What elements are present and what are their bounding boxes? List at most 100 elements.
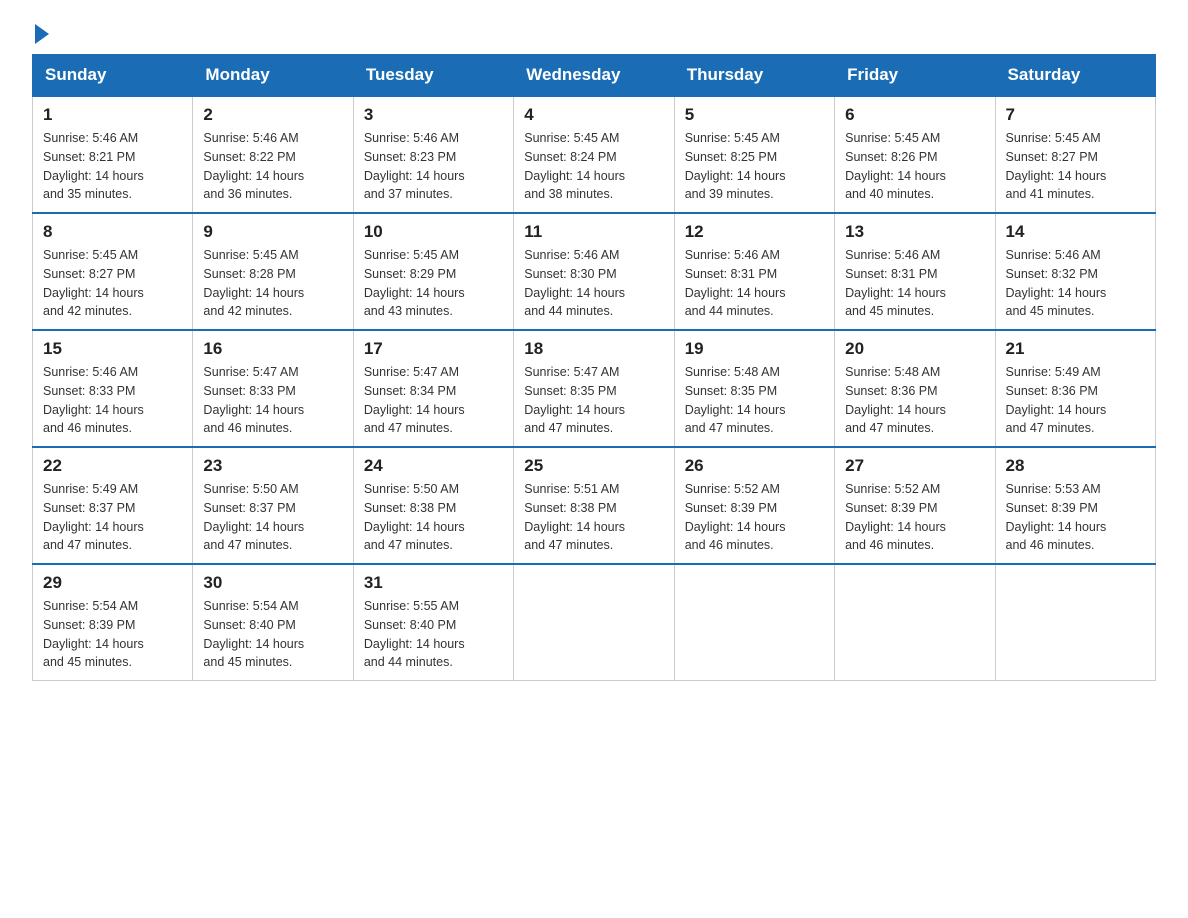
day-info: Sunrise: 5:53 AM Sunset: 8:39 PM Dayligh… [1006,480,1145,555]
calendar-cell: 30 Sunrise: 5:54 AM Sunset: 8:40 PM Dayl… [193,564,353,681]
calendar-cell: 9 Sunrise: 5:45 AM Sunset: 8:28 PM Dayli… [193,213,353,330]
calendar-cell: 4 Sunrise: 5:45 AM Sunset: 8:24 PM Dayli… [514,96,674,213]
calendar-week-row: 15 Sunrise: 5:46 AM Sunset: 8:33 PM Dayl… [33,330,1156,447]
calendar-cell: 26 Sunrise: 5:52 AM Sunset: 8:39 PM Dayl… [674,447,834,564]
day-number: 28 [1006,456,1145,476]
day-number: 7 [1006,105,1145,125]
calendar-cell: 20 Sunrise: 5:48 AM Sunset: 8:36 PM Dayl… [835,330,995,447]
day-info: Sunrise: 5:47 AM Sunset: 8:33 PM Dayligh… [203,363,342,438]
calendar-cell [674,564,834,681]
day-info: Sunrise: 5:55 AM Sunset: 8:40 PM Dayligh… [364,597,503,672]
calendar-cell: 11 Sunrise: 5:46 AM Sunset: 8:30 PM Dayl… [514,213,674,330]
calendar-cell: 21 Sunrise: 5:49 AM Sunset: 8:36 PM Dayl… [995,330,1155,447]
calendar-header: SundayMondayTuesdayWednesdayThursdayFrid… [33,55,1156,97]
day-number: 10 [364,222,503,242]
day-info: Sunrise: 5:47 AM Sunset: 8:35 PM Dayligh… [524,363,663,438]
calendar-week-row: 22 Sunrise: 5:49 AM Sunset: 8:37 PM Dayl… [33,447,1156,564]
calendar-cell: 5 Sunrise: 5:45 AM Sunset: 8:25 PM Dayli… [674,96,834,213]
day-info: Sunrise: 5:46 AM Sunset: 8:22 PM Dayligh… [203,129,342,204]
calendar-cell: 28 Sunrise: 5:53 AM Sunset: 8:39 PM Dayl… [995,447,1155,564]
day-number: 22 [43,456,182,476]
day-number: 9 [203,222,342,242]
day-info: Sunrise: 5:46 AM Sunset: 8:32 PM Dayligh… [1006,246,1145,321]
calendar-cell: 25 Sunrise: 5:51 AM Sunset: 8:38 PM Dayl… [514,447,674,564]
day-info: Sunrise: 5:52 AM Sunset: 8:39 PM Dayligh… [685,480,824,555]
day-info: Sunrise: 5:46 AM Sunset: 8:33 PM Dayligh… [43,363,182,438]
calendar-cell: 19 Sunrise: 5:48 AM Sunset: 8:35 PM Dayl… [674,330,834,447]
calendar-week-row: 1 Sunrise: 5:46 AM Sunset: 8:21 PM Dayli… [33,96,1156,213]
weekday-header-friday: Friday [835,55,995,97]
calendar-cell: 29 Sunrise: 5:54 AM Sunset: 8:39 PM Dayl… [33,564,193,681]
weekday-header-thursday: Thursday [674,55,834,97]
day-number: 24 [364,456,503,476]
day-info: Sunrise: 5:45 AM Sunset: 8:27 PM Dayligh… [1006,129,1145,204]
day-info: Sunrise: 5:46 AM Sunset: 8:23 PM Dayligh… [364,129,503,204]
calendar-cell: 14 Sunrise: 5:46 AM Sunset: 8:32 PM Dayl… [995,213,1155,330]
day-number: 21 [1006,339,1145,359]
day-number: 30 [203,573,342,593]
day-info: Sunrise: 5:45 AM Sunset: 8:25 PM Dayligh… [685,129,824,204]
day-number: 12 [685,222,824,242]
calendar-cell: 15 Sunrise: 5:46 AM Sunset: 8:33 PM Dayl… [33,330,193,447]
calendar-cell: 6 Sunrise: 5:45 AM Sunset: 8:26 PM Dayli… [835,96,995,213]
calendar-cell: 16 Sunrise: 5:47 AM Sunset: 8:33 PM Dayl… [193,330,353,447]
day-info: Sunrise: 5:49 AM Sunset: 8:37 PM Dayligh… [43,480,182,555]
day-number: 27 [845,456,984,476]
day-number: 5 [685,105,824,125]
calendar-cell: 7 Sunrise: 5:45 AM Sunset: 8:27 PM Dayli… [995,96,1155,213]
day-number: 26 [685,456,824,476]
day-info: Sunrise: 5:45 AM Sunset: 8:29 PM Dayligh… [364,246,503,321]
day-number: 6 [845,105,984,125]
day-info: Sunrise: 5:50 AM Sunset: 8:38 PM Dayligh… [364,480,503,555]
day-info: Sunrise: 5:46 AM Sunset: 8:31 PM Dayligh… [845,246,984,321]
day-number: 29 [43,573,182,593]
logo-triangle-icon [35,24,49,44]
day-number: 25 [524,456,663,476]
calendar-cell: 27 Sunrise: 5:52 AM Sunset: 8:39 PM Dayl… [835,447,995,564]
calendar-week-row: 29 Sunrise: 5:54 AM Sunset: 8:39 PM Dayl… [33,564,1156,681]
day-number: 3 [364,105,503,125]
day-number: 14 [1006,222,1145,242]
day-info: Sunrise: 5:52 AM Sunset: 8:39 PM Dayligh… [845,480,984,555]
weekday-header-monday: Monday [193,55,353,97]
day-info: Sunrise: 5:50 AM Sunset: 8:37 PM Dayligh… [203,480,342,555]
day-info: Sunrise: 5:54 AM Sunset: 8:39 PM Dayligh… [43,597,182,672]
day-info: Sunrise: 5:46 AM Sunset: 8:30 PM Dayligh… [524,246,663,321]
calendar-cell: 17 Sunrise: 5:47 AM Sunset: 8:34 PM Dayl… [353,330,513,447]
day-info: Sunrise: 5:46 AM Sunset: 8:21 PM Dayligh… [43,129,182,204]
calendar-cell: 1 Sunrise: 5:46 AM Sunset: 8:21 PM Dayli… [33,96,193,213]
calendar-table: SundayMondayTuesdayWednesdayThursdayFrid… [32,54,1156,681]
day-info: Sunrise: 5:51 AM Sunset: 8:38 PM Dayligh… [524,480,663,555]
day-number: 17 [364,339,503,359]
calendar-cell: 24 Sunrise: 5:50 AM Sunset: 8:38 PM Dayl… [353,447,513,564]
calendar-cell: 13 Sunrise: 5:46 AM Sunset: 8:31 PM Dayl… [835,213,995,330]
day-number: 23 [203,456,342,476]
day-info: Sunrise: 5:45 AM Sunset: 8:27 PM Dayligh… [43,246,182,321]
day-number: 31 [364,573,503,593]
calendar-cell [835,564,995,681]
calendar-cell: 18 Sunrise: 5:47 AM Sunset: 8:35 PM Dayl… [514,330,674,447]
calendar-cell: 12 Sunrise: 5:46 AM Sunset: 8:31 PM Dayl… [674,213,834,330]
calendar-cell [514,564,674,681]
day-info: Sunrise: 5:46 AM Sunset: 8:31 PM Dayligh… [685,246,824,321]
calendar-body: 1 Sunrise: 5:46 AM Sunset: 8:21 PM Dayli… [33,96,1156,681]
calendar-cell: 10 Sunrise: 5:45 AM Sunset: 8:29 PM Dayl… [353,213,513,330]
weekday-header-row: SundayMondayTuesdayWednesdayThursdayFrid… [33,55,1156,97]
calendar-cell: 31 Sunrise: 5:55 AM Sunset: 8:40 PM Dayl… [353,564,513,681]
day-number: 15 [43,339,182,359]
weekday-header-saturday: Saturday [995,55,1155,97]
day-info: Sunrise: 5:48 AM Sunset: 8:35 PM Dayligh… [685,363,824,438]
weekday-header-wednesday: Wednesday [514,55,674,97]
page-header [32,24,1156,42]
calendar-cell: 8 Sunrise: 5:45 AM Sunset: 8:27 PM Dayli… [33,213,193,330]
weekday-header-tuesday: Tuesday [353,55,513,97]
day-info: Sunrise: 5:45 AM Sunset: 8:28 PM Dayligh… [203,246,342,321]
calendar-cell: 2 Sunrise: 5:46 AM Sunset: 8:22 PM Dayli… [193,96,353,213]
day-info: Sunrise: 5:49 AM Sunset: 8:36 PM Dayligh… [1006,363,1145,438]
day-number: 1 [43,105,182,125]
day-number: 8 [43,222,182,242]
day-number: 19 [685,339,824,359]
calendar-cell: 23 Sunrise: 5:50 AM Sunset: 8:37 PM Dayl… [193,447,353,564]
day-number: 4 [524,105,663,125]
day-number: 2 [203,105,342,125]
